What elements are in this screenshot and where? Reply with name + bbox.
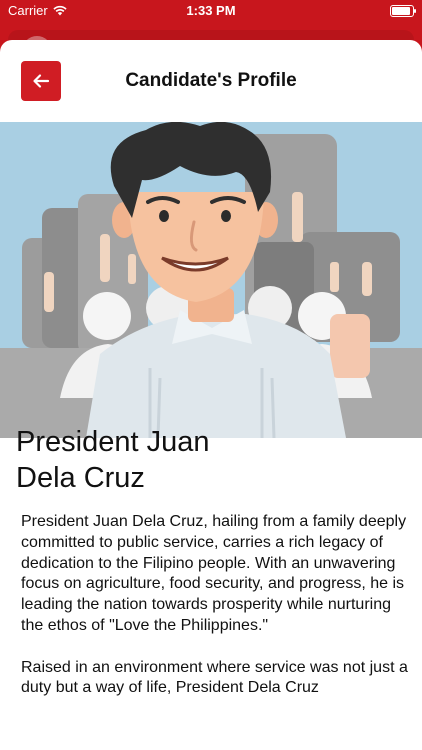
battery-icon (390, 5, 416, 17)
candidate-name-line2: Dela Cruz (16, 462, 145, 494)
profile-sheet: Candidate's Profile President Juan Dela … (0, 40, 422, 750)
header: Candidate's Profile (0, 40, 422, 122)
status-bar: Carrier 1:33 PM (0, 0, 422, 22)
battery-fill (392, 7, 410, 15)
candidate-illustration (0, 122, 422, 438)
candidate-name-line1: President Juan (16, 426, 210, 458)
page-title: Candidate's Profile (125, 70, 297, 91)
candidate-name: President Juan Dela Cruz (16, 424, 396, 496)
status-time: 1:33 PM (186, 3, 236, 18)
candidate-bio: President Juan Dela Cruz, hailing from a… (21, 512, 409, 720)
bio-paragraph: Raised in an environment where service w… (21, 658, 408, 697)
bio-paragraph: President Juan Dela Cruz, hailing from a… (21, 513, 407, 634)
